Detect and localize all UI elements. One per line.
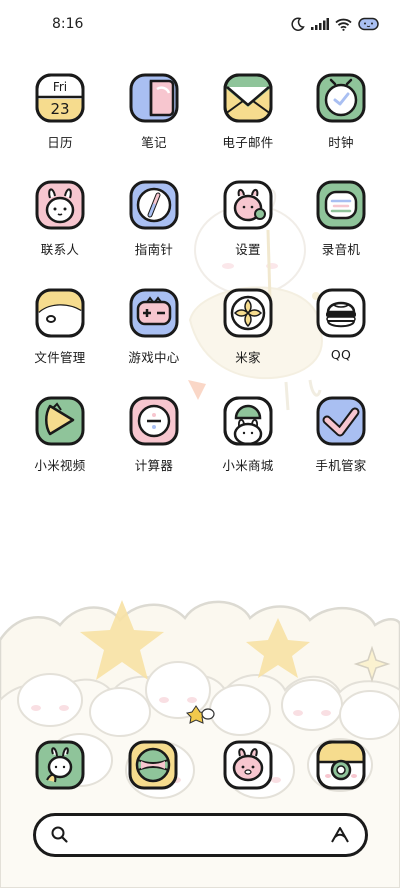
search-input[interactable]: [80, 824, 314, 848]
game-center-icon: [129, 288, 179, 338]
app-label: 小米视频: [34, 458, 86, 473]
app-label: 计算器: [134, 458, 174, 473]
app-label: 设置: [235, 242, 261, 257]
contacts-icon: [35, 180, 85, 230]
app-notes[interactable]: 笔记: [104, 73, 204, 173]
app-settings[interactable]: 设置: [198, 180, 298, 280]
camera-icon: [316, 740, 366, 790]
compass-icon: [129, 180, 179, 230]
app-calendar[interactable]: Fri 23 日历: [10, 73, 110, 173]
app-recorder[interactable]: 录音机: [291, 180, 391, 280]
battery-icon: [358, 17, 379, 31]
status-bar: 8:16: [0, 0, 400, 52]
video-icon: [35, 396, 85, 446]
calculator-icon: [129, 396, 179, 446]
dock-messages[interactable]: [223, 740, 273, 790]
app-label: 小米商城: [222, 458, 274, 473]
signal-icon: [311, 18, 329, 30]
home-screen: 8:16 Fri 23 日历 笔记 电子邮件 时钟 联系人 指南针 设置 录音机…: [0, 0, 400, 888]
phone-icon: [35, 740, 85, 790]
app-label: 笔记: [141, 135, 167, 150]
moon-icon: [291, 17, 305, 31]
settings-icon: [223, 180, 273, 230]
search-bar[interactable]: [33, 813, 368, 857]
status-icons: [291, 14, 380, 34]
status-time: 8:16: [52, 16, 84, 32]
app-clock[interactable]: 时钟: [291, 73, 391, 173]
app-label: 游戏中心: [128, 350, 180, 365]
email-icon: [223, 73, 273, 123]
qq-icon: [316, 288, 366, 338]
browser-icon: [128, 740, 178, 790]
calendar-icon: Fri 23: [35, 73, 85, 123]
app-video[interactable]: 小米视频: [10, 396, 110, 496]
app-game-center[interactable]: 游戏中心: [104, 288, 204, 388]
mi-store-icon: [223, 396, 273, 446]
calendar-day-abbr: Fri: [53, 80, 67, 94]
calendar-day-number: 23: [50, 100, 69, 118]
security-icon: [316, 396, 366, 446]
app-label: 米家: [235, 350, 261, 365]
file-manager-icon: [35, 288, 85, 338]
messages-icon: [223, 740, 273, 790]
app-email[interactable]: 电子邮件: [198, 73, 298, 173]
app-compass[interactable]: 指南针: [104, 180, 204, 280]
app-label: 指南针: [134, 242, 174, 257]
app-contacts[interactable]: 联系人: [10, 180, 110, 280]
dock-phone[interactable]: [35, 740, 85, 790]
app-security[interactable]: 手机管家: [291, 396, 391, 496]
dock-browser[interactable]: [128, 740, 178, 790]
app-mi-store[interactable]: 小米商城: [198, 396, 298, 496]
app-label: 联系人: [40, 242, 80, 257]
search-icon: [51, 826, 68, 843]
app-label: 日历: [47, 135, 73, 150]
app-label: 时钟: [328, 135, 354, 150]
clock-icon: [316, 73, 366, 123]
dock-camera[interactable]: [316, 740, 366, 790]
assistant-icon[interactable]: [329, 825, 351, 845]
app-mijia[interactable]: 米家: [198, 288, 298, 388]
app-label: 文件管理: [34, 350, 86, 365]
app-label: 录音机: [321, 242, 361, 257]
app-label: 手机管家: [315, 458, 367, 473]
app-label: QQ: [330, 347, 352, 362]
mijia-icon: [223, 288, 273, 338]
app-file-manager[interactable]: 文件管理: [10, 288, 110, 388]
recorder-icon: [316, 180, 366, 230]
app-label: 电子邮件: [222, 135, 274, 150]
app-qq[interactable]: QQ: [291, 288, 391, 388]
app-calculator[interactable]: 计算器: [104, 396, 204, 496]
wifi-icon: [335, 18, 352, 31]
notes-icon: [129, 73, 179, 123]
